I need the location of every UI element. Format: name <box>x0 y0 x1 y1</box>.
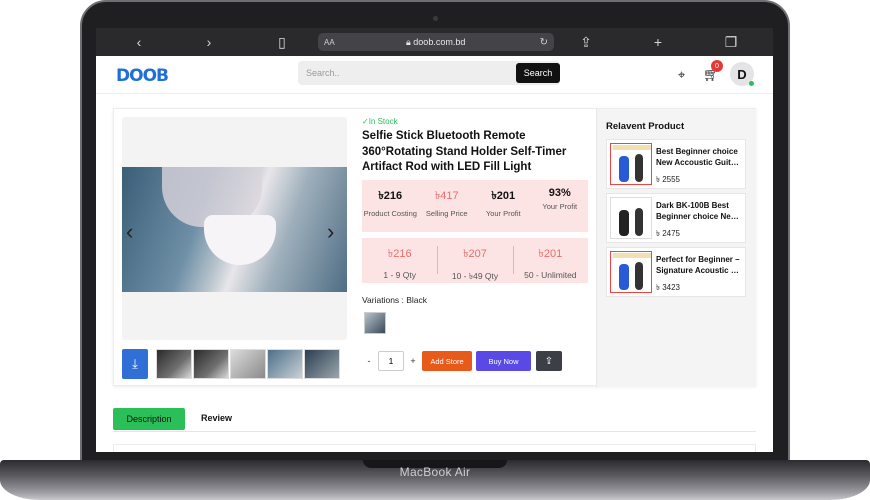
price-cost: ৳216 Product Costing <box>362 180 419 232</box>
gallery-prev-icon[interactable]: ‹ <box>126 219 133 245</box>
camera <box>433 16 438 21</box>
thumbnail[interactable] <box>156 349 192 379</box>
profit-value: ৳201 <box>491 190 516 202</box>
tier-price: ৳216 <box>387 248 412 260</box>
related-item-name: Best Beginner choice New Accoustic Guit… <box>656 147 739 167</box>
quantity-stepper: - + <box>362 351 420 371</box>
search-input[interactable] <box>306 65 506 81</box>
cost-value: ৳216 <box>378 190 403 202</box>
tier-range: 50 - Unlimited <box>524 270 577 280</box>
profit-label: Your Profit <box>485 209 521 218</box>
site-logo[interactable]: DOOB <box>116 66 169 86</box>
qty-decrement-button[interactable]: - <box>362 356 376 366</box>
gallery-next-icon[interactable]: › <box>327 219 334 245</box>
reader-aa[interactable]: AA <box>324 38 335 47</box>
product-info: ✓In Stock Selfie Stick Bluetooth Remote … <box>362 117 588 371</box>
product-card: ‹ › ⤓ ✓In Stock Selfie Stick Bluetooth R… <box>113 108 756 387</box>
related-item[interactable]: Best Beginner choice New Accoustic Guit…… <box>606 139 746 189</box>
tier-range: 10 - ৳49 Qty <box>451 271 499 281</box>
share-product-button[interactable]: ⇪ <box>536 351 562 371</box>
quantity-tier-pricing: ৳216 1 - 9 Qty ৳207 10 - ৳49 Qty ৳201 50… <box>362 238 588 283</box>
related-item-price: ৳ 3423 <box>656 283 681 292</box>
price-summary: ৳216 Product Costing ৳417 Selling Price … <box>362 180 588 232</box>
related-item-name: Perfect for Beginner – Signature Acousti… <box>656 255 740 275</box>
image-bag <box>204 215 276 265</box>
search-button[interactable]: Search <box>516 63 560 83</box>
description-panel <box>113 444 756 452</box>
address-bar[interactable]: AA 🔒︎ doob.com.bd ↻ <box>318 33 554 51</box>
related-item-price: ৳ 2555 <box>656 175 681 184</box>
variation-swatch-black[interactable] <box>364 312 386 334</box>
related-item[interactable]: Perfect for Beginner – Signature Acousti… <box>606 247 746 297</box>
plus-icon[interactable]: + <box>650 34 666 50</box>
cart-count-badge: 0 <box>711 60 723 72</box>
related-heading: Relavent Product <box>606 121 685 132</box>
tab-review[interactable]: Review <box>201 413 232 423</box>
tier-range: 1 - 9 Qty <box>383 270 416 280</box>
profit-percent-label: Your Profit <box>542 202 578 211</box>
thumbnail[interactable] <box>304 349 340 379</box>
profit-percent-value: 93% <box>548 187 571 199</box>
related-item-image <box>610 197 652 239</box>
thumbnail[interactable] <box>193 349 229 379</box>
laptop-mockup: MacBook Air ‹ › ▯ AA 🔒︎ doob.com.bd ↻ ⇪ … <box>0 0 870 500</box>
main-product-image <box>122 167 347 292</box>
url-text: 🔒︎ doob.com.bd <box>406 36 466 47</box>
site-header: DOOB Search ⌖ 🛒︎ <box>96 56 773 94</box>
share-icon[interactable]: ⇪ <box>578 34 594 50</box>
thumbnail-strip <box>156 349 342 379</box>
product-gallery: ‹ › <box>122 117 347 340</box>
device-label: MacBook Air <box>399 465 471 479</box>
variations-label: Variations : Black <box>362 295 428 305</box>
book-icon[interactable]: ▯ <box>274 34 290 50</box>
search-box: Search <box>298 61 560 85</box>
download-icon: ⤓ <box>132 356 138 371</box>
related-item-price: ৳ 2475 <box>656 229 681 238</box>
download-button[interactable]: ⤓ <box>122 349 148 379</box>
qty-increment-button[interactable]: + <box>406 356 420 366</box>
related-item-image <box>610 251 652 293</box>
thumbnail[interactable] <box>230 349 266 379</box>
related-item-image <box>610 143 652 185</box>
price-selling: ৳417 Selling Price <box>419 180 476 232</box>
reload-icon[interactable]: ↻ <box>540 37 548 48</box>
add-store-button[interactable]: Add Store <box>422 351 472 371</box>
online-status-dot <box>749 81 754 86</box>
tab-divider <box>113 431 756 432</box>
tabs-icon[interactable]: ❐ <box>723 34 739 50</box>
forward-icon[interactable]: › <box>201 34 217 50</box>
price-profit-percent: 93% Your Profit <box>532 180 589 232</box>
tier-price: ৳201 <box>538 248 563 260</box>
related-products: Relavent Product Best Beginner choice Ne… <box>596 109 756 387</box>
cost-label: Product Costing <box>363 209 417 218</box>
price-profit: ৳201 Your Profit <box>475 180 532 232</box>
tier-2: ৳207 10 - ৳49 Qty <box>437 238 512 283</box>
tier-price: ৳207 <box>463 248 487 260</box>
buy-now-button[interactable]: Buy Now <box>476 351 531 371</box>
thumbnail[interactable] <box>267 349 303 379</box>
stock-status: ✓In Stock <box>362 117 398 126</box>
selling-value: ৳417 <box>434 190 459 202</box>
product-title: Selfie Stick Bluetooth Remote 360°Rotati… <box>362 130 567 173</box>
tier-3: ৳201 50 - Unlimited <box>512 238 588 283</box>
browser-toolbar: ‹ › ▯ AA 🔒︎ doob.com.bd ↻ ⇪ + ❐ <box>96 28 773 56</box>
quantity-input[interactable] <box>378 351 404 371</box>
related-item[interactable]: Dark BK-100B Best Beginner choice Ne… ৳ … <box>606 193 746 243</box>
back-icon[interactable]: ‹ <box>131 34 147 50</box>
tab-description[interactable]: Description <box>113 408 185 430</box>
target-icon[interactable]: ⌖ <box>678 67 685 83</box>
tier-1: ৳216 1 - 9 Qty <box>362 238 437 283</box>
related-item-name: Dark BK-100B Best Beginner choice Ne… <box>656 201 739 221</box>
screen: ‹ › ▯ AA 🔒︎ doob.com.bd ↻ ⇪ + ❐ DOOB Sea… <box>96 28 773 452</box>
selling-label: Selling Price <box>425 209 468 218</box>
share-icon: ⇪ <box>544 355 554 367</box>
